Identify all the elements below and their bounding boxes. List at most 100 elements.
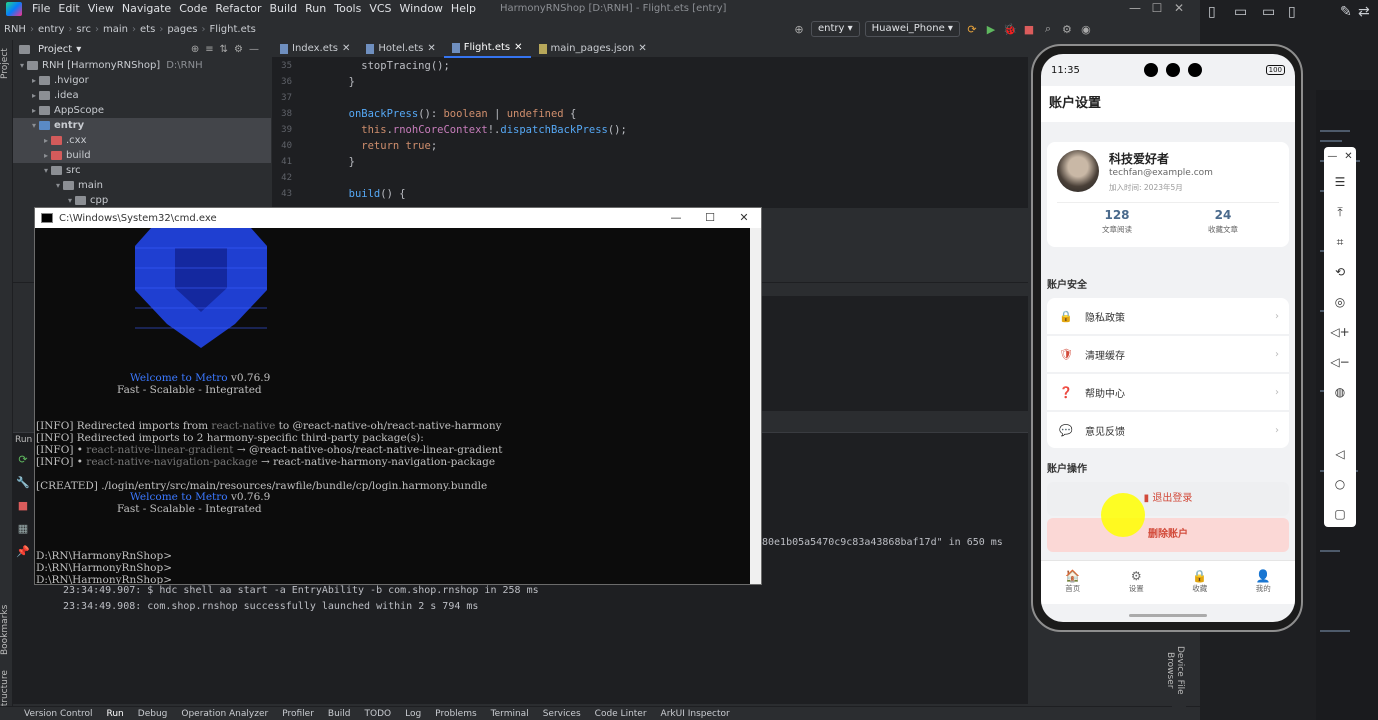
tree-item[interactable]: ▾ src [13,163,271,178]
menu-help[interactable]: Help [447,0,480,17]
chevron-down-icon[interactable]: ▾ [29,121,39,130]
pencil-icon[interactable]: ✎ [1340,4,1352,20]
close-icon[interactable]: ✕ [727,208,761,228]
tab-flight[interactable]: Flight.ets ✕ [443,40,531,58]
stop-icon[interactable]: ■ [1022,22,1036,36]
account-icon[interactable]: ◉ [1079,22,1093,36]
tree-item[interactable]: ▸ .hvigor [13,73,271,88]
layout-bottom-icon[interactable]: ▭ [1262,4,1275,20]
chevron-right-icon[interactable]: ▸ [41,136,51,145]
run-panel-label[interactable]: Run [15,435,32,445]
bottom-tool-log[interactable]: Log [405,709,421,719]
tree-item[interactable]: ▾ main [13,178,271,193]
rerun-icon[interactable]: ⟳ [13,453,33,476]
tab-settings[interactable]: ⚙ 设置 [1105,561,1169,604]
chevron-down-icon[interactable]: ▾ [65,196,75,205]
wrench-icon[interactable]: 🔧 [13,476,33,499]
home-indicator[interactable] [1129,614,1207,617]
minimize-icon[interactable]: — [659,208,693,228]
device-select[interactable]: Huawei_Phone ▾ [864,21,960,37]
debug-icon[interactable]: 🐞 [1003,22,1017,36]
pin-icon[interactable]: 📌 [13,545,33,568]
tree-item[interactable]: ▾ RNH [HarmonyRNShop] D:\RNH [13,58,271,73]
cmd-scrollbar[interactable] [750,228,761,584]
bottom-tool-run[interactable]: Run [107,709,124,719]
maximize-icon[interactable]: ☐ [1146,0,1168,17]
tab-mine[interactable]: 👤 我的 [1232,561,1296,604]
target-icon[interactable]: ⊕ [792,22,806,36]
code-editor[interactable]: stopTracing(); } onBackPress(): boolean … [322,58,1028,208]
device-file-browser-label[interactable]: Device File Browser [1165,630,1185,710]
menu-navigate[interactable]: Navigate [118,0,175,17]
back-icon[interactable]: ◁ [1324,439,1356,469]
crop-icon[interactable]: ⌗ [1324,227,1356,257]
menu-vcs[interactable]: VCS [365,0,395,17]
menu-code[interactable]: Code [175,0,211,17]
reload-icon[interactable]: ⟳ [965,22,979,36]
chevron-right-icon[interactable]: ▸ [29,91,39,100]
breadcrumb-rnh[interactable]: RNH [0,24,30,35]
transform-icon[interactable]: ⇄ [1358,4,1370,20]
bottom-tool-debug[interactable]: Debug [138,709,168,719]
tree-item[interactable]: ▸ build [13,148,271,163]
tab-main-pages[interactable]: main_pages.json ✕ [531,40,655,58]
cmd-output[interactable]: Welcome to Metro v0.76.9 Fast - Scalable… [35,228,751,584]
bottom-tool-code-linter[interactable]: Code Linter [595,709,647,719]
volume-down-icon[interactable]: ◁− [1324,347,1356,377]
menu-refactor[interactable]: Refactor [211,0,265,17]
tree-item[interactable]: ▾ entry [13,118,271,133]
chevron-right-icon[interactable]: ▸ [29,76,39,85]
tab-hotel[interactable]: Hotel.ets ✕ [358,40,443,58]
bottom-tool-arkui-inspector[interactable]: ArkUI Inspector [661,709,730,719]
row-privacy-policy[interactable]: 🔒 隐私政策 › [1047,298,1289,334]
cmd-title-bar[interactable]: C:\Windows\System32\cmd.exe [35,208,761,228]
menu-run[interactable]: Run [301,0,330,17]
breadcrumb-entry[interactable]: entry [34,24,68,35]
chevron-down-icon[interactable]: ▾ [41,166,51,175]
close-icon[interactable]: ✕ [1344,147,1352,167]
project-panel-title[interactable]: Project [38,44,72,55]
menu-window[interactable]: Window [396,0,447,17]
bottom-tool-build[interactable]: Build [328,709,351,719]
stop-icon[interactable]: ■ [13,499,33,522]
tree-item[interactable]: ▸ .idea [13,88,271,103]
bottom-tool-terminal[interactable]: Terminal [491,709,529,719]
minimize-icon[interactable]: — [1124,0,1146,17]
layout-right-icon[interactable]: ▯ [1288,4,1296,20]
row-help-center[interactable]: ❓ 帮助中心 › [1047,374,1289,410]
breadcrumb-src[interactable]: src [72,24,95,35]
run-config-select[interactable]: entry ▾ [811,21,860,37]
menu-tools[interactable]: Tools [330,0,365,17]
tab-home[interactable]: 🏠 首页 [1041,561,1105,604]
stat-read[interactable]: 128 文章阅读 [1067,208,1167,235]
pin-top-icon[interactable]: ⤒ [1324,197,1356,227]
tree-item[interactable]: ▸ AppScope [13,103,271,118]
recents-icon[interactable]: ▢ [1324,499,1356,529]
breadcrumb-pages[interactable]: pages [163,24,201,35]
layout-icon[interactable]: ▦ [13,522,33,545]
minimize-icon[interactable]: — [1327,147,1337,167]
home-icon[interactable]: ○ [1324,469,1356,499]
screenshot-icon[interactable]: ◍ [1324,377,1356,407]
menu-file[interactable]: File [28,0,54,17]
tree-item[interactable]: ▾ cpp [13,193,271,208]
breadcrumb-file[interactable]: Flight.ets [206,24,260,35]
bottom-tool-profiler[interactable]: Profiler [282,709,314,719]
rotate-icon[interactable]: ⟲ [1324,257,1356,287]
layout-split-icon[interactable]: ▭ [1234,4,1247,20]
bottom-tool-services[interactable]: Services [543,709,581,719]
search-icon[interactable]: ⌕ [1041,22,1055,36]
breadcrumb-ets[interactable]: ets [136,24,159,35]
menu-icon[interactable]: ☰ [1324,167,1356,197]
delete-account-button[interactable]: 删除账户 [1047,518,1289,552]
tab-index[interactable]: Index.ets ✕ [272,40,358,58]
volume-up-icon[interactable]: ◁+ [1324,317,1356,347]
bottom-tool-version-control[interactable]: Version Control [24,709,93,719]
menu-edit[interactable]: Edit [54,0,83,17]
chevron-down-icon[interactable]: ▾ [17,61,27,70]
tab-favorites[interactable]: 🔒 收藏 [1168,561,1232,604]
gear-icon[interactable]: ⚙ [1060,22,1074,36]
location-icon[interactable]: ◎ [1324,287,1356,317]
chevron-right-icon[interactable]: ▸ [41,151,51,160]
avatar[interactable] [1057,150,1099,192]
